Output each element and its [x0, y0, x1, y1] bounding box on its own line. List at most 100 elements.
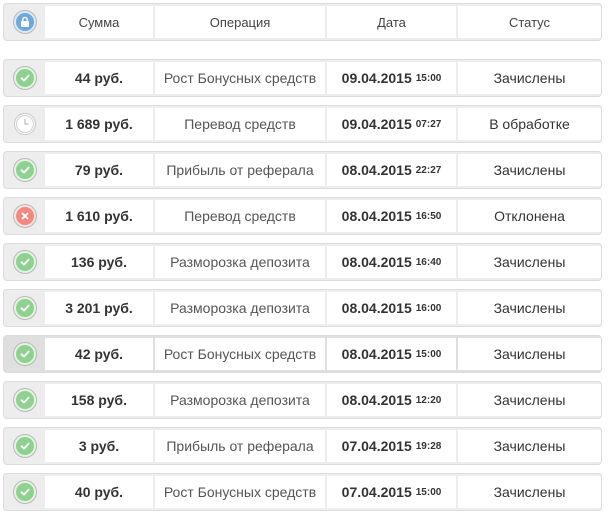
status-cell: Зачислены — [458, 430, 601, 462]
amount-text: 3 201 руб. — [65, 300, 133, 316]
operation-text: Рост Бонусных средств — [163, 346, 317, 362]
time-text: 15:00 — [415, 348, 442, 360]
date-cell: 08.04.2015 16:50 — [327, 200, 456, 232]
check-icon — [14, 343, 36, 365]
check-icon — [14, 389, 36, 411]
status-text: В обработке — [489, 116, 570, 132]
status-cell: Зачислены — [458, 292, 601, 324]
amount-text: 158 руб. — [71, 392, 127, 408]
table-row[interactable]: 1 689 руб. Перевод средств 09.04.2015 07:… — [3, 105, 602, 143]
amount-cell: 136 руб. — [45, 246, 153, 278]
operation-cell: Перевод средств — [155, 200, 325, 232]
status-icon-cell — [7, 384, 43, 416]
status-icon-cell — [7, 108, 43, 140]
lock-icon — [14, 11, 36, 33]
table-header: Сумма Операция Дата Статус — [3, 3, 602, 41]
amount-cell: 3 руб. — [45, 430, 153, 462]
date-text: 08.04.2015 — [341, 392, 412, 408]
date-text: 08.04.2015 — [341, 162, 412, 178]
status-text: Зачислены — [493, 162, 566, 178]
status-text: Зачислены — [493, 438, 566, 454]
time-text: 16:50 — [415, 210, 442, 222]
header-sum[interactable]: Сумма — [45, 6, 153, 38]
amount-cell: 1 610 руб. — [45, 200, 153, 232]
status-text: Зачислены — [493, 346, 566, 362]
date-cell: 07.04.2015 15:00 — [327, 476, 456, 508]
date-cell: 08.04.2015 12:20 — [327, 384, 456, 416]
table-row[interactable]: 1 610 руб. Перевод средств 08.04.2015 16:… — [3, 197, 602, 235]
amount-cell: 1 689 руб. — [45, 108, 153, 140]
date-text: 07.04.2015 — [341, 484, 412, 500]
operation-text: Рост Бонусных средств — [163, 70, 317, 86]
operation-cell: Разморозка депозита — [155, 384, 325, 416]
time-text: 15:00 — [415, 72, 442, 84]
time-text: 16:00 — [415, 302, 442, 314]
time-text: 22:27 — [415, 164, 442, 176]
status-icon-cell — [7, 338, 43, 370]
date-cell: 08.04.2015 15:00 — [327, 338, 456, 370]
check-icon — [14, 67, 36, 89]
status-cell: Зачислены — [458, 338, 601, 370]
check-icon — [14, 297, 36, 319]
operation-text: Перевод средств — [184, 116, 296, 132]
header-status[interactable]: Статус — [458, 6, 601, 38]
amount-cell: 3 201 руб. — [45, 292, 153, 324]
date-text: 09.04.2015 — [341, 70, 412, 86]
amount-cell: 158 руб. — [45, 384, 153, 416]
status-cell: Зачислены — [458, 384, 601, 416]
time-text: 15:00 — [415, 486, 442, 498]
status-text: Зачислены — [493, 392, 566, 408]
table-row[interactable]: 40 руб. Рост Бонусных средств 07.04.2015… — [3, 473, 602, 511]
time-text: 19:28 — [415, 440, 442, 452]
table-row[interactable]: 136 руб. Разморозка депозита 08.04.2015 1… — [3, 243, 602, 281]
operation-cell: Прибыль от реферала — [155, 154, 325, 186]
operation-cell: Перевод средств — [155, 108, 325, 140]
status-cell: Зачислены — [458, 154, 601, 186]
operation-cell: Разморозка депозита — [155, 292, 325, 324]
header-operation[interactable]: Операция — [155, 6, 325, 38]
date-text: 07.04.2015 — [341, 438, 412, 454]
check-icon — [14, 251, 36, 273]
header-icon-cell — [7, 6, 43, 38]
amount-text: 42 руб. — [74, 346, 124, 362]
amount-cell: 44 руб. — [45, 62, 153, 94]
table-row[interactable]: 3 201 руб. Разморозка депозита 08.04.201… — [3, 289, 602, 327]
header-date[interactable]: Дата — [327, 6, 456, 38]
date-cell: 08.04.2015 16:40 — [327, 246, 456, 278]
status-cell: Зачислены — [458, 246, 601, 278]
date-cell: 08.04.2015 22:27 — [327, 154, 456, 186]
time-text: 16:40 — [415, 256, 442, 268]
check-icon — [14, 481, 36, 503]
amount-cell: 40 руб. — [45, 476, 153, 508]
status-cell: Зачислены — [458, 476, 601, 508]
operation-text: Прибыль от реферала — [166, 438, 314, 454]
amount-text: 79 руб. — [74, 162, 124, 178]
operation-text: Разморозка депозита — [170, 254, 310, 270]
status-cell: Зачислены — [458, 62, 601, 94]
status-text: Зачислены — [493, 254, 566, 270]
date-text: 08.04.2015 — [341, 346, 412, 362]
operation-cell: Рост Бонусных средств — [155, 338, 325, 370]
status-icon-cell — [7, 154, 43, 186]
amount-text: 1 689 руб. — [65, 116, 133, 132]
date-cell: 07.04.2015 19:28 — [327, 430, 456, 462]
table-row[interactable]: 42 руб. Рост Бонусных средств 08.04.2015… — [3, 335, 602, 373]
operation-text: Перевод средств — [184, 208, 296, 224]
operation-cell: Прибыль от реферала — [155, 430, 325, 462]
date-text: 09.04.2015 — [341, 116, 412, 132]
table-row[interactable]: 44 руб. Рост Бонусных средств 09.04.2015… — [3, 59, 602, 97]
amount-text: 44 руб. — [74, 70, 124, 86]
status-text: Зачислены — [493, 300, 566, 316]
date-text: 08.04.2015 — [341, 300, 412, 316]
time-text: 07:27 — [415, 118, 442, 130]
status-icon-cell — [7, 292, 43, 324]
operation-text: Разморозка депозита — [170, 300, 310, 316]
operation-cell: Рост Бонусных средств — [155, 476, 325, 508]
table-row[interactable]: 79 руб. Прибыль от реферала 08.04.2015 22… — [3, 151, 602, 189]
operation-text: Разморозка депозита — [170, 392, 310, 408]
date-text: 08.04.2015 — [341, 254, 412, 270]
status-text: Отклонена — [494, 208, 565, 224]
table-row[interactable]: 3 руб. Прибыль от реферала 07.04.2015 19:… — [3, 427, 602, 465]
date-cell: 09.04.2015 15:00 — [327, 62, 456, 94]
table-row[interactable]: 158 руб. Разморозка депозита 08.04.2015 1… — [3, 381, 602, 419]
